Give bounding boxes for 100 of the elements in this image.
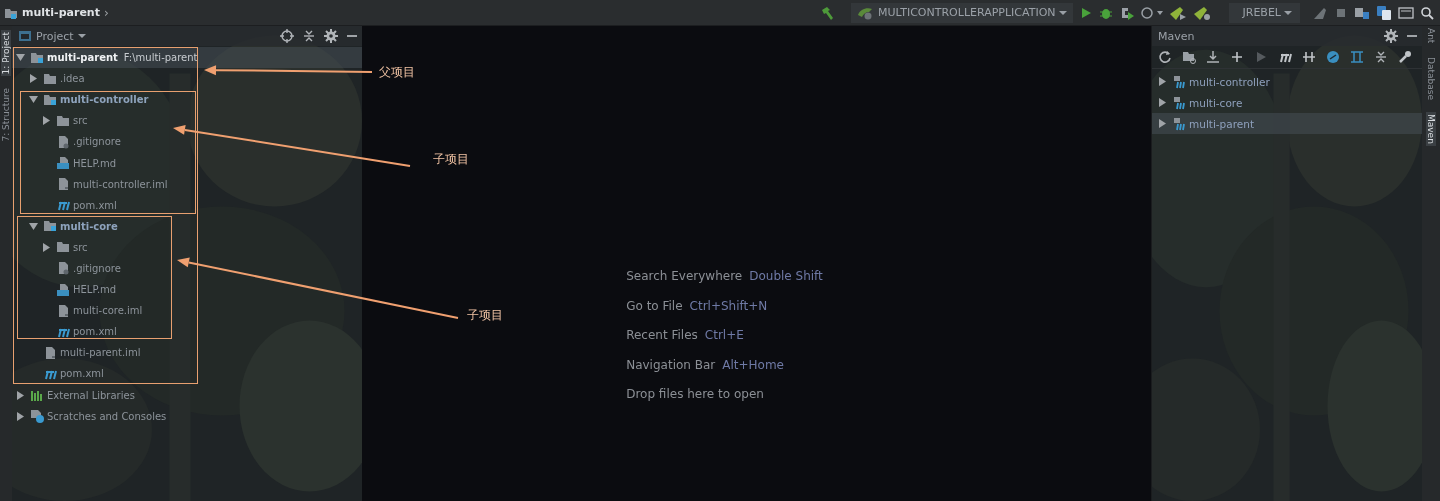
tree-row[interactable]: src	[12, 236, 362, 258]
tree-row[interactable]: HELP.md	[12, 152, 362, 174]
project-structure-icon[interactable]	[1354, 5, 1370, 20]
module-folder-icon	[30, 50, 44, 65]
tool-window-tab[interactable]: 1: Project	[1, 30, 11, 77]
tree-row[interactable]: HELP.md	[12, 279, 362, 301]
tree-item-label: multi-controller.iml	[73, 178, 168, 190]
tree-row[interactable]: Scratches and Consoles	[12, 405, 362, 427]
tree-row[interactable]: pom.xml	[12, 194, 362, 216]
caret-icon	[1058, 9, 1067, 16]
wrench-icon[interactable]	[1398, 50, 1412, 64]
tool-window-tab[interactable]: Maven	[1426, 112, 1436, 147]
folder-icon	[43, 71, 57, 86]
project-view-dropdown[interactable]: Project	[18, 29, 86, 43]
locate-icon[interactable]	[280, 29, 294, 43]
tree-item-label: .idea	[60, 73, 85, 85]
tree-item-label: Scratches and Consoles	[47, 410, 167, 422]
maven-project-row[interactable]: multi-core	[1152, 92, 1422, 113]
tree-row[interactable]: src	[12, 110, 362, 132]
expanded-arrow-icon[interactable]	[29, 95, 38, 105]
tree-item-label: .gitignore	[73, 136, 121, 148]
module-folder-icon	[43, 219, 57, 234]
collapsed-arrow-icon[interactable]	[16, 390, 25, 400]
tree-row[interactable]: multi-core	[12, 215, 362, 237]
caret-icon	[1284, 9, 1292, 16]
tree-item-label: multi-parent	[47, 52, 118, 64]
tree-row[interactable]: multi-parent F:\multi-parent	[12, 47, 362, 69]
file-icon	[56, 134, 70, 149]
run-configuration-dropdown[interactable]: MULTICONTROLLERAPPLICATION	[851, 2, 1073, 23]
annotation-label: 子项目	[467, 307, 503, 324]
tree-item-label: HELP.md	[73, 284, 117, 296]
tree-item-label: External Libraries	[47, 389, 135, 401]
tree-row[interactable]: multi-core.iml	[12, 300, 362, 322]
terminal-icon[interactable]	[1398, 5, 1414, 20]
collapse-all-icon[interactable]	[302, 29, 316, 43]
hint-text: Drop files here to open	[626, 386, 764, 403]
hint-text: Navigation Bar	[626, 356, 716, 374]
hammer-icon[interactable]	[819, 4, 836, 21]
tree-row[interactable]: External Libraries	[12, 384, 362, 406]
annotation-label: 父项目	[379, 64, 415, 81]
expanded-arrow-icon[interactable]	[16, 53, 25, 63]
file-icon	[56, 177, 70, 192]
tree-item-label: pom.xml	[73, 326, 117, 338]
maven-project-row[interactable]: multi-parent	[1152, 113, 1422, 134]
add-icon[interactable]	[1230, 50, 1244, 64]
annotation-label: 子项目	[433, 151, 469, 168]
folder-icon	[56, 113, 70, 128]
project-icon	[18, 30, 32, 42]
hint-text: Go to File	[626, 297, 683, 315]
tool-window-tab[interactable]: Database	[1426, 55, 1436, 103]
maven-project-row[interactable]: multi-controller	[1152, 71, 1422, 92]
maven-module-icon	[1172, 74, 1186, 89]
download-icon[interactable]	[1206, 50, 1220, 64]
tree-row[interactable]: .idea	[12, 68, 362, 90]
breadcrumb-item[interactable]: multi-parent	[22, 6, 100, 19]
tool-window-tab[interactable]: Ant	[1426, 26, 1436, 46]
caret-icon	[77, 33, 86, 39]
tree-item-label: pom.xml	[60, 368, 104, 380]
markdown-file-icon	[56, 156, 70, 170]
refresh-icon[interactable]	[1158, 50, 1172, 64]
tree-item-label: multi-core.iml	[73, 305, 143, 317]
tree-row[interactable]: multi-parent.iml	[12, 342, 362, 364]
collapsed-arrow-icon[interactable]	[16, 411, 25, 421]
hint-text: Recent Files	[626, 327, 698, 344]
file-icon	[43, 345, 57, 360]
collapse-all-icon[interactable]	[1374, 50, 1388, 64]
collapsed-arrow-icon[interactable]	[1158, 98, 1167, 107]
libraries-icon	[30, 388, 44, 403]
shortcut-text: Alt+Home	[722, 356, 784, 374]
translate-icon[interactable]	[1376, 4, 1392, 21]
tree-row[interactable]: pom.xml	[12, 363, 362, 385]
tree-item-label: multi-parent.iml	[60, 347, 141, 359]
tree-row[interactable]: multi-controller.iml	[12, 173, 362, 195]
folder-icon	[56, 240, 70, 255]
tool-window-tab[interactable]: 7: Structure	[1, 86, 11, 144]
tree-item-label: HELP.md	[73, 157, 117, 169]
project-path: F:\multi-parent	[123, 52, 198, 64]
tree-row[interactable]: .gitignore	[12, 131, 362, 153]
hint-text: Search Everywhere	[626, 268, 743, 285]
collapsed-arrow-icon[interactable]	[1158, 119, 1167, 128]
collapsed-arrow-icon[interactable]	[42, 242, 51, 252]
panel-title: Maven	[1158, 29, 1195, 43]
collapsed-arrow-icon[interactable]	[42, 116, 51, 126]
expanded-arrow-icon[interactable]	[29, 221, 38, 231]
jrebel-dropdown[interactable]: JREBEL	[1228, 2, 1300, 23]
collapsed-arrow-icon[interactable]	[1158, 77, 1167, 86]
file-icon	[56, 261, 70, 276]
skip-tests-icon[interactable]	[1326, 50, 1340, 64]
search-icon[interactable]	[1420, 5, 1434, 20]
scratch-file-icon	[30, 409, 44, 424]
settings-icon[interactable]	[1384, 29, 1398, 43]
tree-row[interactable]: multi-controller	[12, 89, 362, 111]
settings-icon[interactable]	[324, 29, 338, 43]
tree-row[interactable]: pom.xml	[12, 321, 362, 343]
collapsed-arrow-icon[interactable]	[29, 74, 38, 84]
shortcut-text: Ctrl+Shift+N	[689, 297, 768, 315]
folder-refresh-icon[interactable]	[1182, 50, 1196, 64]
tree-item-label: multi-core	[60, 220, 118, 232]
tree-item-label: src	[73, 241, 88, 253]
tree-row[interactable]: .gitignore	[12, 257, 362, 280]
